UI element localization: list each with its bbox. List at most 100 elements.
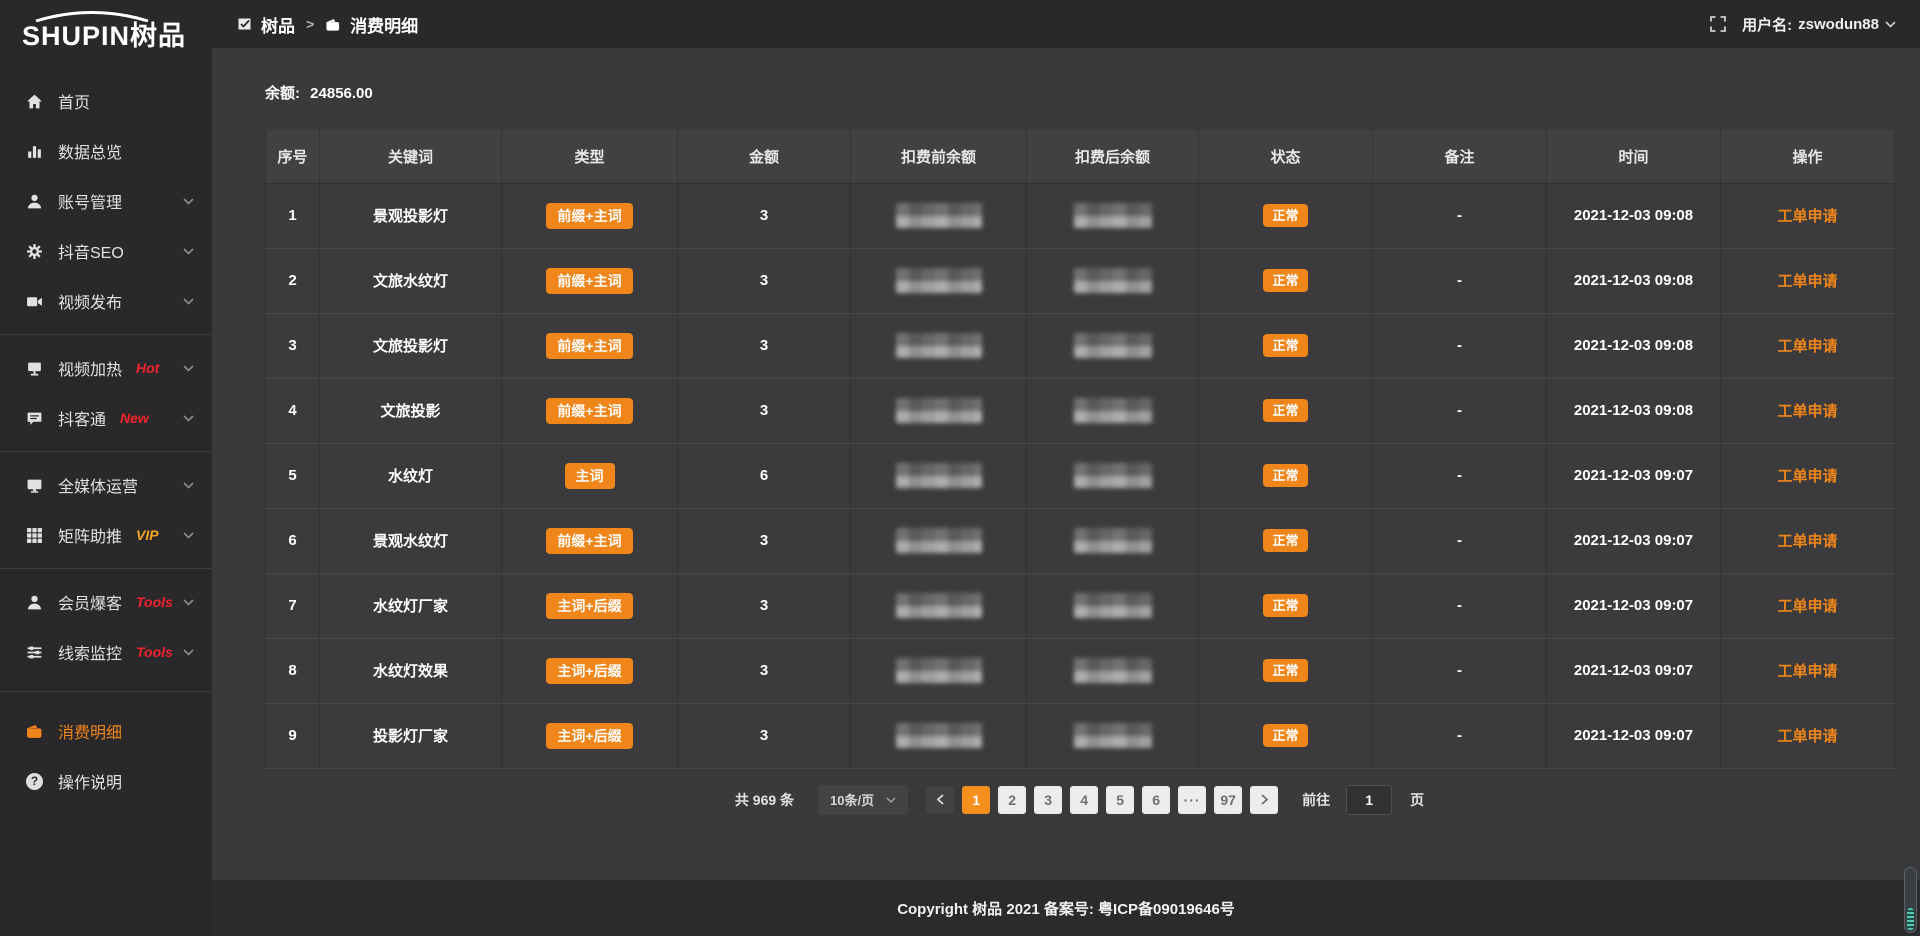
balance-after-cell xyxy=(1027,573,1199,638)
balance-after-cell xyxy=(1027,508,1199,573)
remark-cell: - xyxy=(1373,703,1547,768)
sidebar-item-label: 操作说明 xyxy=(58,769,122,793)
col-header-balance-after: 扣费后余额 xyxy=(1027,130,1199,183)
page-button-5[interactable]: 5 xyxy=(1106,786,1134,814)
table-row: 3 文旅投影灯 前缀+主词 3 正常 - 2021-12-03 09:08 工单… xyxy=(266,313,1895,378)
filter-icon xyxy=(26,644,43,661)
col-header-keyword: 关键词 xyxy=(320,130,502,183)
scrollbar-thumb[interactable] xyxy=(1907,908,1914,930)
keyword-cell: 文旅水纹灯 xyxy=(320,248,502,313)
sidebar-item-all-media[interactable]: 全媒体运营 xyxy=(0,460,212,510)
sidebar-item-video-publish[interactable]: 视频发布 xyxy=(0,276,212,326)
logo-text: SHUPIN树品 xyxy=(22,22,212,52)
index-cell: 2 xyxy=(266,248,320,313)
index-cell: 6 xyxy=(266,508,320,573)
page-button-4[interactable]: 4 xyxy=(1070,786,1098,814)
time-cell: 2021-12-03 09:08 xyxy=(1547,313,1721,378)
sidebar-item-account-mgmt[interactable]: 账号管理 xyxy=(0,176,212,226)
type-cell: 前缀+主词 xyxy=(502,378,678,443)
work-order-link[interactable]: 工单申请 xyxy=(1777,468,1837,485)
amount-cell: 3 xyxy=(678,638,851,703)
chevron-down-icon xyxy=(183,248,194,255)
sidebar-item-douketong[interactable]: 抖客通 New xyxy=(0,393,212,443)
video-camera-icon xyxy=(26,293,43,310)
page-size-value: 10条/页 xyxy=(830,790,874,809)
page-button-2[interactable]: 2 xyxy=(998,786,1026,814)
remark-cell: - xyxy=(1373,573,1547,638)
top-header: 树品 > 消费明细 用户名: zswodun88 xyxy=(212,0,1920,48)
chevron-down-icon xyxy=(183,482,194,489)
work-order-link[interactable]: 工单申请 xyxy=(1777,533,1837,550)
sidebar-item-home[interactable]: 首页 xyxy=(0,76,212,126)
sidebar-item-member-burst[interactable]: 会员爆客 Tools xyxy=(0,577,212,627)
prev-page-button[interactable] xyxy=(926,786,954,814)
remark-cell: - xyxy=(1373,183,1547,248)
sidebar-item-consumption-details[interactable]: 消费明细 xyxy=(0,706,212,756)
user-menu[interactable]: 用户名: zswodun88 xyxy=(1742,14,1896,35)
question-icon xyxy=(26,773,43,790)
jump-page-input[interactable] xyxy=(1346,785,1392,815)
sidebar-item-lead-monitor[interactable]: 线索监控 Tools xyxy=(0,627,212,677)
sidebar-item-label: 会员爆客 xyxy=(58,590,122,614)
balance-after-cell xyxy=(1027,313,1199,378)
work-order-link[interactable]: 工单申请 xyxy=(1777,598,1837,615)
sidebar-item-label: 消费明细 xyxy=(58,719,122,743)
work-order-link[interactable]: 工单申请 xyxy=(1777,208,1837,225)
sidebar-item-video-heat[interactable]: 视频加热 Hot xyxy=(0,343,212,393)
sidebar-item-data-overview[interactable]: 数据总览 xyxy=(0,126,212,176)
index-cell: 8 xyxy=(266,638,320,703)
consumption-table: 序号 关键词 类型 金额 扣费前余额 扣费后余额 状态 备注 时间 操作 1 景… xyxy=(265,130,1895,769)
time-cell: 2021-12-03 09:07 xyxy=(1547,443,1721,508)
fullscreen-icon[interactable] xyxy=(1710,16,1726,32)
work-order-link[interactable]: 工单申请 xyxy=(1777,338,1837,355)
screen-icon xyxy=(26,360,43,377)
table-header-row: 序号 关键词 类型 金额 扣费前余额 扣费后余额 状态 备注 时间 操作 xyxy=(266,130,1895,183)
page-button-6[interactable]: 6 xyxy=(1142,786,1170,814)
balance-after-cell xyxy=(1027,183,1199,248)
time-cell: 2021-12-03 09:07 xyxy=(1547,508,1721,573)
time-cell: 2021-12-03 09:07 xyxy=(1547,703,1721,768)
balance-before-cell xyxy=(851,443,1027,508)
sidebar-item-instructions[interactable]: 操作说明 xyxy=(0,756,212,806)
wallet-icon xyxy=(325,17,341,32)
breadcrumb-root[interactable]: 树品 xyxy=(261,12,295,37)
page-button-1[interactable]: 1 xyxy=(962,786,990,814)
sidebar-item-douyin-seo[interactable]: 抖音SEO xyxy=(0,226,212,276)
more-pages-button[interactable] xyxy=(1178,786,1206,814)
page-button-97[interactable]: 97 xyxy=(1214,786,1242,814)
col-header-status: 状态 xyxy=(1199,130,1373,183)
page-size-select[interactable]: 10条/页 xyxy=(818,785,908,815)
action-cell: 工单申请 xyxy=(1721,183,1895,248)
balance-before-cell xyxy=(851,248,1027,313)
chat-icon xyxy=(26,410,43,427)
sidebar: SHUPIN树品 首页 数据总览 账号管理 抖音SEO 视频发布 xyxy=(0,0,212,936)
balance-after-cell xyxy=(1027,378,1199,443)
jump-to-label: 前往 xyxy=(1302,790,1330,810)
status-badge: 正常 xyxy=(1263,204,1307,227)
work-order-link[interactable]: 工单申请 xyxy=(1777,663,1837,680)
work-order-link[interactable]: 工单申请 xyxy=(1777,273,1837,290)
amount-cell: 3 xyxy=(678,313,851,378)
balance-line: 余额: 24856.00 xyxy=(265,82,1894,103)
col-header-action: 操作 xyxy=(1721,130,1895,183)
status-cell: 正常 xyxy=(1199,378,1373,443)
status-badge: 正常 xyxy=(1263,399,1307,422)
vip-badge: VIP xyxy=(136,527,159,543)
index-cell: 5 xyxy=(266,443,320,508)
balance-before-cell xyxy=(851,508,1027,573)
balance-label: 余额: xyxy=(265,85,300,102)
scrollbar[interactable] xyxy=(1904,867,1917,933)
amount-cell: 3 xyxy=(678,703,851,768)
grid-icon xyxy=(26,527,43,544)
status-cell: 正常 xyxy=(1199,183,1373,248)
type-badge: 前缀+主词 xyxy=(546,528,632,554)
amount-cell: 3 xyxy=(678,378,851,443)
page-button-3[interactable]: 3 xyxy=(1034,786,1062,814)
sidebar-item-label: 账号管理 xyxy=(58,189,122,213)
breadcrumb-separator-icon: > xyxy=(304,16,316,32)
sidebar-item-matrix-boost[interactable]: 矩阵助推 VIP xyxy=(0,510,212,560)
amount-cell: 3 xyxy=(678,248,851,313)
work-order-link[interactable]: 工单申请 xyxy=(1777,728,1837,745)
work-order-link[interactable]: 工单申请 xyxy=(1777,403,1837,420)
next-page-button[interactable] xyxy=(1250,786,1278,814)
